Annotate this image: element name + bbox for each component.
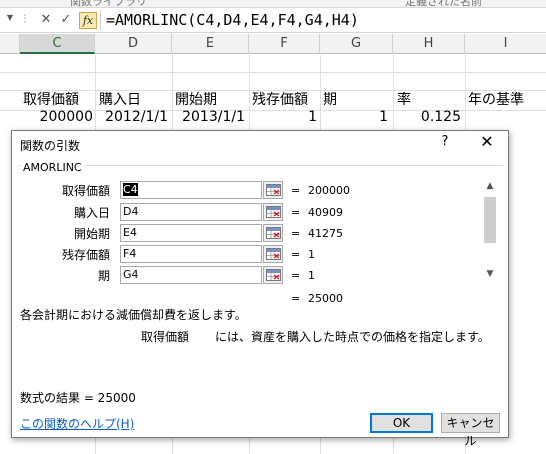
arg-value-salvage: 1 [308, 248, 315, 261]
collapse-dialog-button[interactable] [263, 266, 283, 284]
cell-c4[interactable]: 200000 [20, 107, 93, 127]
column-header-c[interactable]: C [20, 34, 95, 54]
ribbon-group-label: 定義された名前 [405, 0, 482, 8]
arg-equals: = [291, 269, 301, 282]
column-header-g[interactable]: G [320, 34, 393, 54]
close-icon[interactable]: ✕ [478, 132, 496, 151]
arg-equals: = [291, 248, 301, 261]
ok-button[interactable]: OK [370, 413, 433, 433]
cell-f4[interactable]: 1 [249, 107, 317, 127]
column-header-e[interactable]: E [172, 34, 249, 54]
function-description: 各会計期における減価償却費を返します。 [20, 308, 247, 322]
cancel-button[interactable]: キャンセル [441, 413, 500, 448]
arg-input-salvage[interactable]: F4 [120, 245, 262, 263]
insert-function-button[interactable]: fx [79, 12, 97, 29]
argument-description: には、資産を購入した時点での価格を指定します。 [215, 330, 490, 344]
arg-label-date-purchased: 購入日 [73, 206, 110, 220]
column-header-d[interactable]: D [95, 34, 172, 54]
column-header-f[interactable]: F [249, 34, 320, 54]
ribbon-group-label: 関数ライブラリ [70, 0, 147, 8]
collapse-dialog-button[interactable] [263, 181, 283, 199]
range-select-icon [266, 248, 281, 260]
chevron-down-icon[interactable]: ▼ [2, 10, 18, 26]
arg-equals: = [291, 227, 301, 240]
arg-label-salvage: 残存価額 [61, 248, 110, 262]
argument-description-name: 取得価額 [141, 330, 190, 344]
arg-input-period[interactable]: G4 [120, 266, 262, 284]
range-select-icon [266, 227, 281, 239]
collapse-dialog-button[interactable] [263, 245, 283, 263]
arg-value-first-period: 41275 [308, 227, 343, 240]
range-select-icon [266, 206, 281, 218]
scroll-down-icon[interactable]: ▼ [482, 267, 498, 281]
formula-bar-buttons: ▼ ⁝ ✕ ✓ fx [0, 10, 100, 31]
arg-label-first-period: 開始期 [73, 227, 110, 241]
range-select-icon [266, 184, 281, 196]
arg-equals: = [291, 184, 301, 197]
cancel-entry-button[interactable]: ✕ [38, 12, 54, 28]
result-value: 25000 [308, 292, 343, 305]
column-header-h[interactable]: H [393, 34, 465, 54]
formula-bar: ▼ ⁝ ✕ ✓ fx =AMORLINC(C4,D4,E4,F4,G4,H4) [0, 8, 546, 33]
range-select-icon [266, 269, 281, 281]
corner-cell[interactable] [0, 34, 20, 54]
dialog-title: 関数の引数 [20, 139, 81, 153]
cell-e4[interactable]: 2013/1/1 [172, 107, 245, 127]
cell-i3[interactable]: 年の基準 [468, 90, 524, 110]
arg-input-cost[interactable]: C4 [120, 181, 262, 199]
result-equals: = [291, 292, 301, 305]
cell-g4[interactable]: 1 [320, 107, 388, 127]
arg-input-date-purchased[interactable]: D4 [120, 203, 262, 221]
function-help-link[interactable]: この関数のヘルプ(H) [20, 415, 134, 432]
dots-icon: ⁝ [22, 12, 28, 27]
column-header-row: C D E F G H I [0, 34, 546, 54]
arg-value-date-purchased: 40909 [308, 206, 343, 219]
cell-h4[interactable]: 0.125 [393, 107, 461, 127]
scroll-up-icon[interactable]: ▲ [482, 179, 498, 193]
arg-label-cost: 取得価額 [61, 184, 110, 198]
help-icon[interactable]: ? [437, 134, 453, 149]
cell-d4[interactable]: 2012/1/1 [95, 107, 168, 127]
arg-equals: = [291, 206, 301, 219]
collapse-dialog-button[interactable] [263, 224, 283, 242]
formula-bar-divider [100, 10, 101, 31]
arg-value-period: 1 [308, 269, 315, 282]
collapse-dialog-button[interactable] [263, 203, 283, 221]
function-arguments-dialog: 関数の引数 ? ✕ AMORLINC 取得価額 C4 = 200000 購入日 … [11, 130, 509, 448]
formula-result: 数式の結果 = 25000 [20, 391, 136, 405]
formula-input[interactable]: =AMORLINC(C4,D4,E4,F4,G4,H4) [106, 11, 359, 29]
function-name-label: AMORLINC [21, 161, 84, 174]
arg-input-first-period[interactable]: E4 [120, 224, 262, 242]
scroll-thumb[interactable] [484, 197, 496, 243]
enter-entry-button[interactable]: ✓ [58, 12, 74, 28]
arg-label-period: 期 [97, 269, 110, 283]
grid-line [0, 72, 546, 73]
arg-value-cost: 200000 [308, 184, 350, 197]
arg-input-cost-value: C4 [123, 183, 138, 196]
ribbon-strip: 関数ライブラリ 定義された名前 [0, 0, 546, 8]
column-header-i[interactable]: I [465, 34, 546, 54]
arguments-scrollbar[interactable]: ▲ ▼ [482, 179, 498, 283]
